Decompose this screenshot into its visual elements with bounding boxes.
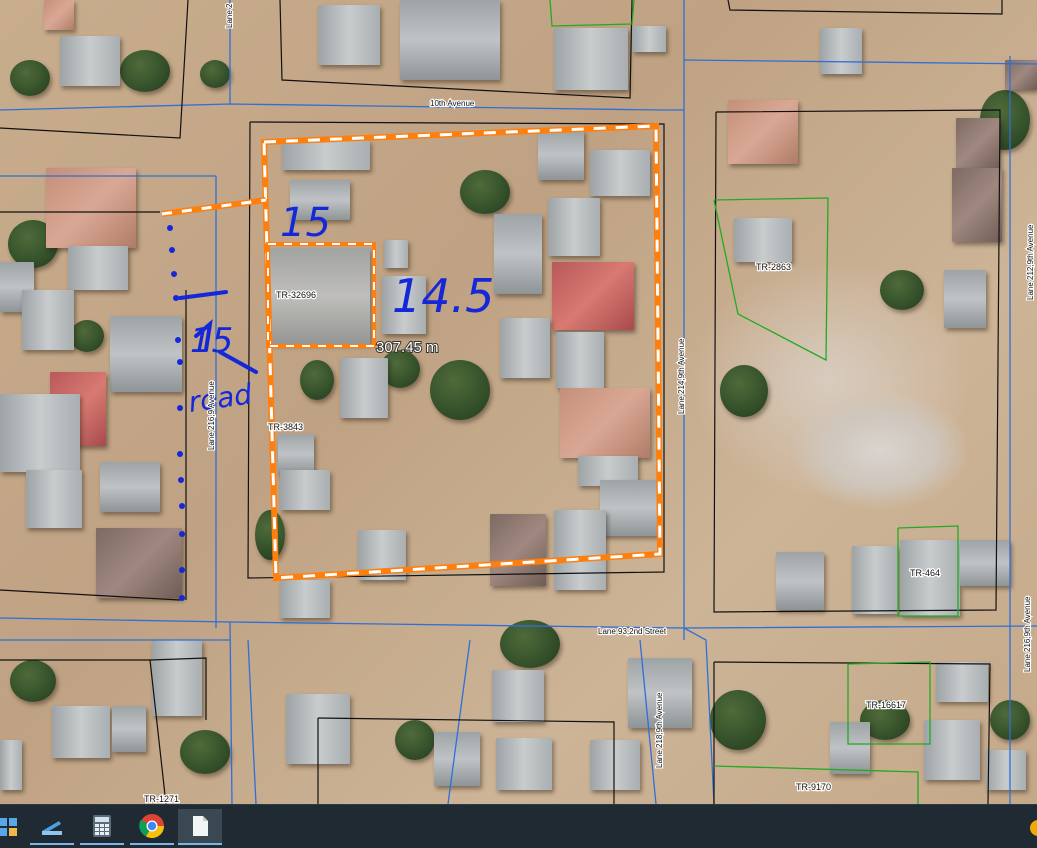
parcel-label-tr-2863[interactable]: TR-2863 (755, 261, 793, 274)
parcel-lines-blue (0, 0, 1037, 804)
road-label-lane-top: Lane 2 (225, 3, 234, 28)
road-label-lane-218: Lane 218,9th Avenue (655, 692, 664, 768)
parcel-label-tr-9170[interactable]: TR-9170 (795, 781, 833, 794)
measurement-label: 307.45 m (376, 339, 439, 356)
ink-label-left: 15 (190, 321, 233, 361)
taskbar (0, 804, 1037, 848)
start-button[interactable] (0, 809, 30, 845)
scanner-icon (42, 821, 62, 835)
road-label-10th-avenue: 10th Avenue (430, 99, 475, 108)
parcel-label-tr-464[interactable]: TR-464 (909, 567, 942, 580)
parcel-label-tr-3843[interactable]: TR-3843 (267, 421, 305, 434)
scanner-app-button[interactable] (30, 809, 74, 845)
calculator-app-button[interactable] (80, 809, 124, 845)
calculator-icon (93, 815, 111, 837)
parcel-label-tr-16617[interactable]: TR-16617 (865, 699, 908, 712)
ink-label-right: 14.5 (392, 269, 494, 323)
chrome-icon (139, 814, 164, 839)
parcel-label-tr-1271[interactable]: TR-1271 (143, 793, 181, 804)
map-view[interactable]: 15 14.5 15 road 307.45 m TR-32696 TR-384… (0, 0, 1037, 804)
parcel-label-tr-32696[interactable]: TR-32696 (275, 289, 318, 302)
road-label-lane-216-left: Lane 216,9 Avenue (207, 381, 216, 450)
map-overlay: 15 14.5 15 road 307.45 m TR-32696 TR-384… (0, 0, 1037, 804)
road-label-lane-212: Lane 212,9th Avenue (1026, 224, 1035, 300)
ink-label-road: road (186, 377, 254, 419)
notification-dot-icon[interactable] (1030, 820, 1037, 836)
ink-label-top: 15 (280, 200, 331, 246)
parcel-lines-black (0, 0, 1003, 804)
road-label-lane-216-right: Lane 216,9th Avenue (1023, 596, 1032, 672)
parcel-lines-green (549, 0, 959, 804)
road-label-lane-214: Lane 214,9th Avenue (677, 338, 686, 414)
file-app-button[interactable] (178, 809, 222, 845)
start-icon (0, 818, 17, 836)
road-label-lane-93: Lane 93,2nd Street (598, 627, 667, 636)
ink-dotted-line (167, 225, 185, 601)
chrome-app-button[interactable] (130, 809, 174, 845)
file-icon (193, 816, 208, 836)
